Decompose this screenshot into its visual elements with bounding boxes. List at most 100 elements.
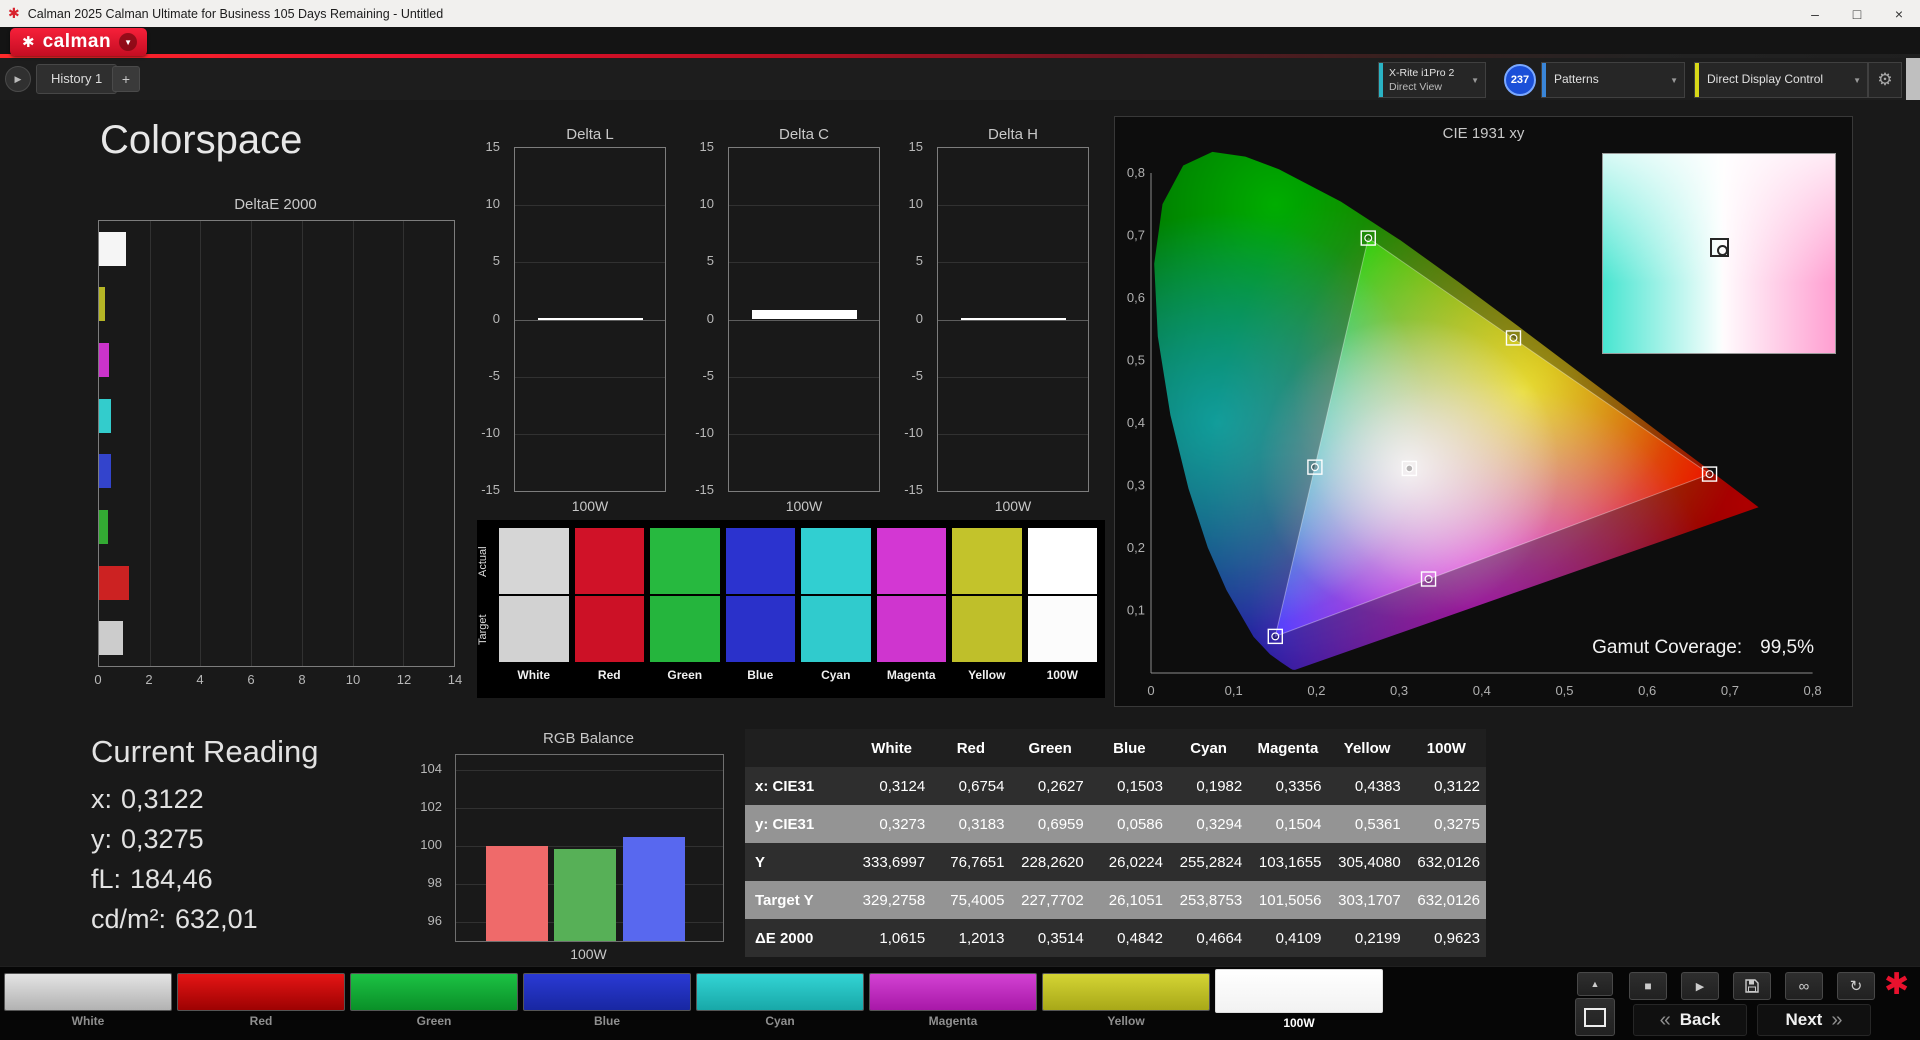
table-cell: 0,3124 (879, 777, 926, 795)
grid-line (251, 221, 253, 666)
grid-line (515, 262, 665, 264)
table-cell: 0,6959 (1037, 815, 1084, 833)
tab-history-1[interactable]: History 1 (36, 64, 118, 94)
table-cell: 305,4080 (1338, 853, 1401, 871)
axis-tick-label: 0,6 (1127, 290, 1145, 305)
axis-tick-label: 0,4 (1473, 683, 1491, 698)
grid-line (200, 221, 202, 666)
save-button[interactable] (1733, 972, 1771, 1000)
tab-bar: ▶ History 1 + X-Rite i1Pro 2 Direct View… (0, 58, 1920, 100)
calman-logo-text: calman (42, 31, 112, 52)
delta-e-bar-yellow (99, 287, 105, 322)
pattern-label: Blue (593, 1014, 620, 1028)
tab-scroll-button[interactable]: ▶ (5, 66, 31, 92)
actual-swatch (1027, 528, 1097, 594)
pattern-button-cyan[interactable]: Cyan (696, 973, 864, 1033)
pattern-swatch (350, 973, 518, 1011)
grid-line (938, 319, 1088, 321)
column-header: White (852, 729, 932, 767)
delta-plot (514, 147, 666, 492)
pattern-swatch (177, 973, 345, 1011)
delta-e-bar-blue (99, 454, 112, 489)
calman-menu-button[interactable]: ✱ calman ▼ (10, 28, 148, 56)
rgb-balance-chart (455, 754, 724, 942)
table-header: White Red Green Blue Cyan Magenta Yellow 100W (745, 729, 1486, 767)
axis-tick-label: -15 (904, 482, 923, 497)
close-button[interactable]: × (1878, 0, 1920, 27)
refresh-icon: ↻ (1849, 978, 1863, 995)
current-reading-lines: x: 0,3122 y: 0,3275 fL: 184,46 cd/m²: 632,01 (91, 784, 318, 935)
axis-tick-label: 0,2 (1307, 683, 1325, 698)
table-cell: 103,1655 (1258, 853, 1322, 871)
axis-tick-label: 0,4 (1127, 415, 1145, 430)
chevrons-left-icon: « (1659, 1008, 1671, 1031)
delta-bar (751, 310, 857, 320)
rgb-balance-category: 100W (570, 946, 607, 962)
table-cell: 303,1707 (1338, 891, 1401, 909)
next-button[interactable]: Next » (1757, 1004, 1871, 1036)
chevron-down-icon: ▼ (119, 33, 138, 51)
table-cell: 0,2199 (1354, 929, 1401, 947)
table-cell: 0,1504 (1275, 815, 1322, 833)
axis-category-label: 100W (571, 498, 609, 514)
patterns-dropdown[interactable]: Patterns ▼ (1541, 62, 1685, 98)
play-button[interactable]: ▶ (1681, 972, 1719, 1000)
loop-button[interactable]: ∞ (1785, 972, 1823, 1000)
maximize-button[interactable]: □ (1836, 0, 1878, 27)
meter-dropdown[interactable]: X-Rite i1Pro 2 Direct View ▼ (1378, 62, 1486, 98)
collapse-button[interactable]: ▲ (1577, 972, 1613, 996)
display-control-dropdown[interactable]: Direct Display Control ▼ (1694, 62, 1868, 98)
table-cell: 0,0586 (1117, 815, 1163, 833)
pattern-button-blue[interactable]: Blue (523, 973, 691, 1033)
reading-line: y: 0,3275 (91, 824, 318, 855)
table-row: Target Y 329,2758 75,4005 227,7702 26,1051 25… (745, 881, 1486, 919)
add-tab-button[interactable]: + (112, 66, 140, 92)
gamut-coverage-label: Gamut Coverage: (1592, 637, 1743, 658)
table-cell: 0,3514 (1037, 929, 1084, 947)
pattern-button-magenta[interactable]: Magenta (869, 973, 1037, 1033)
grid-line (456, 770, 723, 771)
row-label: Y (755, 853, 766, 871)
axis-tick-label: -10 (904, 424, 923, 440)
table-cell: 0,2627 (1037, 777, 1084, 795)
panel-expand-handle[interactable] (1906, 58, 1920, 100)
meter-mode: Direct View (1389, 81, 1442, 93)
pattern-button-yellow[interactable]: Yellow (1042, 973, 1210, 1033)
axis-tick-label: 5 (492, 253, 500, 269)
reading-line: fL: 184,46 (91, 864, 318, 895)
grid-line (729, 319, 879, 321)
minimize-button[interactable]: – (1794, 0, 1836, 27)
grid-line (729, 433, 879, 435)
chevron-down-icon: ▼ (1853, 76, 1861, 85)
chart-title: Delta C (778, 126, 830, 143)
grid-line (515, 319, 665, 321)
pattern-label: White (71, 1014, 105, 1028)
pattern-window-button[interactable] (1575, 998, 1615, 1036)
stop-button[interactable]: ■ (1629, 972, 1667, 1000)
pattern-button-green[interactable]: Green (350, 973, 518, 1033)
settings-button[interactable]: ⚙ (1868, 62, 1902, 98)
table-cell: 0,9623 (1434, 929, 1480, 947)
chevrons-right-icon: » (1831, 1008, 1843, 1031)
swatch-column-cyan: Cyan (801, 528, 871, 694)
swatch-column-white: White (499, 528, 569, 694)
pattern-swatch (869, 973, 1037, 1011)
swatch-column-yellow: Yellow (952, 528, 1022, 694)
grid-line (301, 221, 303, 666)
table-cell: 1,0615 (879, 929, 926, 947)
actual-swatch (499, 528, 569, 594)
pattern-label: Yellow (1107, 1014, 1145, 1028)
back-button[interactable]: « Back (1633, 1004, 1747, 1036)
table-cell: 333,6997 (862, 853, 926, 871)
pattern-button-100w[interactable]: 100W (1215, 969, 1383, 1033)
bottom-bar: White Red Green Blue Cyan Magenta Yellow 100W ▲… (0, 966, 1920, 1040)
pattern-button-red[interactable]: Red (177, 973, 345, 1033)
delta-e-bar-red (99, 565, 130, 600)
table-cell: 329,2758 (862, 891, 926, 909)
pattern-button-white[interactable]: White (4, 973, 172, 1033)
grid-line (515, 205, 665, 207)
refresh-button[interactable]: ↻ (1837, 972, 1875, 1000)
next-label: Next (1785, 1010, 1823, 1029)
table-cell: 0,3275 (1434, 815, 1480, 833)
table-cell: 26,1051 (1108, 891, 1163, 909)
